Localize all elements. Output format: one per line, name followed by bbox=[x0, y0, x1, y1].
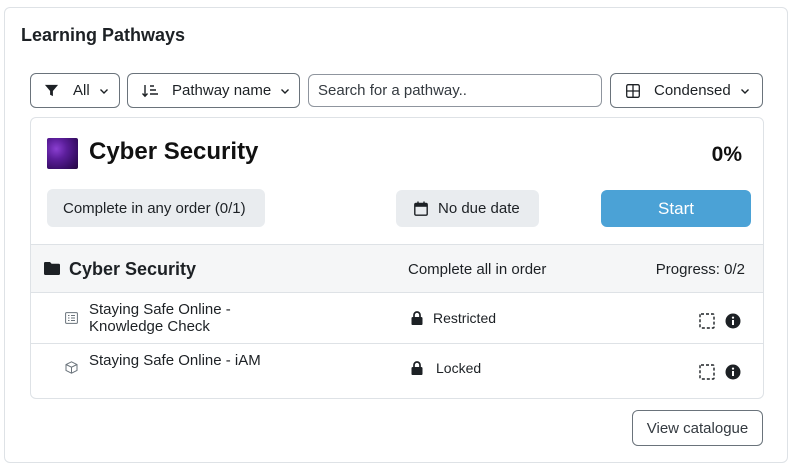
completion-checkbox-icon[interactable] bbox=[699, 313, 715, 329]
list-item-name-line1: Staying Safe Online - bbox=[89, 301, 231, 318]
completion-checkbox-icon[interactable] bbox=[699, 364, 715, 380]
lock-icon bbox=[411, 361, 423, 375]
sort-label: Pathway name bbox=[172, 82, 272, 99]
view-catalogue-button[interactable]: View catalogue bbox=[632, 410, 763, 446]
chevron-down-icon bbox=[279, 85, 291, 97]
quiz-icon bbox=[65, 312, 78, 324]
chevron-down-icon bbox=[739, 85, 751, 97]
grid-icon bbox=[626, 83, 640, 98]
section-progress: Progress: 0/2 bbox=[655, 261, 745, 278]
order-pill-label: Complete in any order (0/1) bbox=[63, 199, 246, 217]
list-item-status: Locked bbox=[411, 360, 481, 376]
start-button[interactable]: Start bbox=[601, 190, 751, 227]
view-mode-label: Condensed bbox=[654, 82, 731, 99]
list-item[interactable]: Staying Safe Online - iAM Locked bbox=[31, 343, 763, 393]
list-item-name[interactable]: Staying Safe Online - Knowledge Check bbox=[89, 301, 231, 335]
learning-pathways-card: Learning Pathways All Pathway name Searc… bbox=[4, 7, 788, 463]
pathway-card: Cyber Security 0% Complete in any order … bbox=[30, 117, 764, 399]
lock-icon bbox=[411, 311, 423, 325]
list-item-name-line1: Staying Safe Online - iAM bbox=[89, 352, 261, 369]
section-order: Complete all in order bbox=[408, 261, 547, 278]
status-label: Locked bbox=[436, 360, 482, 376]
list-item[interactable]: Staying Safe Online - Knowledge Check Re… bbox=[31, 293, 763, 343]
sort-dropdown[interactable]: Pathway name bbox=[127, 73, 300, 108]
pathway-thumbnail bbox=[47, 138, 78, 169]
due-date-label: No due date bbox=[438, 200, 520, 217]
chevron-down-icon bbox=[98, 85, 110, 97]
list-item-status: Restricted bbox=[411, 310, 496, 326]
sort-icon bbox=[141, 83, 159, 99]
search-input[interactable] bbox=[308, 74, 602, 107]
info-icon[interactable] bbox=[725, 313, 741, 329]
view-mode-dropdown[interactable]: Condensed bbox=[610, 73, 763, 108]
filter-label: All bbox=[73, 82, 90, 99]
calendar-icon bbox=[414, 201, 428, 216]
due-date-pill: No due date bbox=[396, 190, 539, 227]
order-pill: Complete in any order (0/1) bbox=[47, 189, 265, 227]
card-title: Learning Pathways bbox=[21, 25, 186, 45]
pathway-progress-percent: 0% bbox=[711, 143, 742, 166]
filter-dropdown[interactable]: All bbox=[30, 73, 120, 108]
filter-icon bbox=[44, 83, 59, 98]
status-label: Restricted bbox=[433, 310, 497, 326]
folder-icon bbox=[44, 262, 60, 275]
pathway-title[interactable]: Cyber Security bbox=[89, 138, 258, 166]
section-title: Cyber Security bbox=[69, 259, 197, 279]
info-icon[interactable] bbox=[725, 364, 741, 380]
package-icon bbox=[65, 361, 78, 374]
list-item-name-line2: Knowledge Check bbox=[89, 318, 210, 335]
section-header[interactable]: Cyber Security Complete all in order Pro… bbox=[31, 244, 763, 293]
list-item-name[interactable]: Staying Safe Online - iAM bbox=[89, 352, 261, 369]
